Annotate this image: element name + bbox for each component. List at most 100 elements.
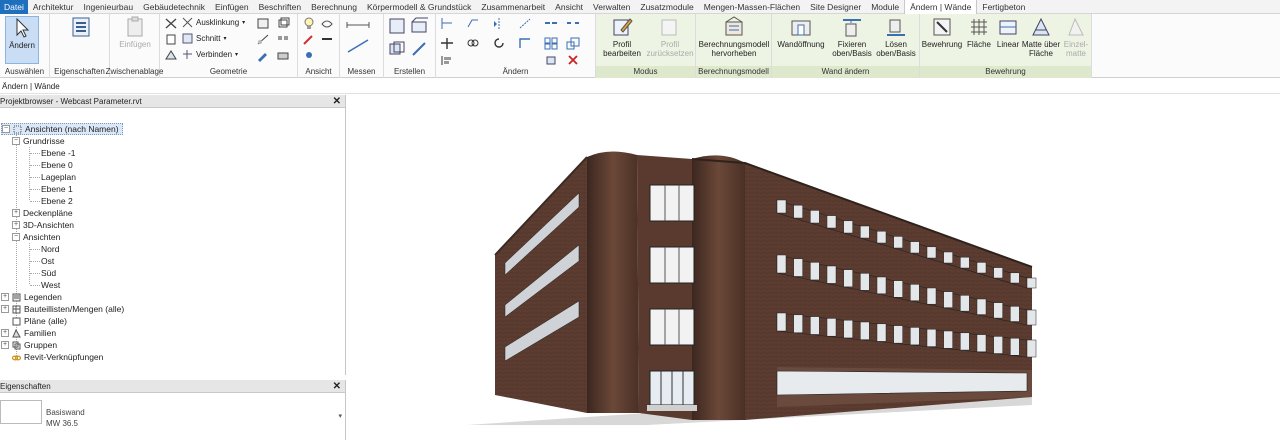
- copy-element-icon[interactable]: [466, 37, 480, 50]
- paint-icon[interactable]: [164, 33, 178, 46]
- view-group-label[interactable]: Ansicht: [298, 66, 339, 78]
- cut-button[interactable]: Schnitt ▾: [182, 33, 226, 44]
- collapse-icon[interactable]: −: [12, 137, 20, 145]
- expand-icon[interactable]: +: [1, 305, 9, 313]
- linework-icon[interactable]: [320, 33, 334, 46]
- expand-icon[interactable]: +: [12, 221, 20, 229]
- menu-tab-11[interactable]: Zusatzmodule: [635, 0, 698, 14]
- tree-floor-plan-item[interactable]: Ebene -1: [41, 147, 76, 159]
- wall-opening-button[interactable]: Wandöffnung: [774, 16, 828, 49]
- expand-icon[interactable]: +: [1, 293, 9, 301]
- split-face-icon[interactable]: [164, 49, 178, 62]
- array-icon[interactable]: [276, 33, 290, 46]
- tree-floor-plan-item[interactable]: Lageplan: [41, 171, 76, 183]
- measure-group-label[interactable]: Messen: [340, 66, 383, 78]
- array-grid-icon[interactable]: [544, 37, 558, 50]
- measure-icon[interactable]: [346, 19, 370, 32]
- select-group-label[interactable]: Auswählen: [0, 66, 49, 78]
- tree-views-root[interactable]: − Ansichten (nach Namen): [1, 123, 123, 135]
- menu-tab-3[interactable]: Gebäudetechnik: [138, 0, 210, 14]
- tree-sheets[interactable]: Pläne (alle): [1, 315, 67, 327]
- create-similar-icon[interactable]: [410, 40, 428, 58]
- expand-icon[interactable]: +: [12, 209, 20, 217]
- move-icon[interactable]: [440, 37, 454, 50]
- rebar-button[interactable]: Bewehrung: [922, 16, 962, 49]
- menu-tab-14[interactable]: Module: [866, 0, 904, 14]
- building-3d-view[interactable]: [347, 95, 1280, 440]
- linear-rebar-button[interactable]: Linear: [994, 16, 1022, 49]
- collapse-icon[interactable]: −: [2, 125, 10, 133]
- tree-floor-plan-item[interactable]: Ebene 1: [41, 183, 73, 195]
- drawing-area[interactable]: [347, 95, 1280, 440]
- pin-icon[interactable]: [302, 49, 316, 62]
- menu-tab-1[interactable]: Architektur: [28, 0, 79, 14]
- tree-elevation-item[interactable]: Süd: [41, 267, 56, 279]
- menu-tab-9[interactable]: Ansicht: [550, 0, 588, 14]
- wall-icon[interactable]: [276, 49, 290, 62]
- area-rebar-button[interactable]: Fläche: [964, 16, 994, 49]
- properties-button[interactable]: [67, 16, 95, 40]
- join-button[interactable]: Verbinden ▾: [182, 49, 238, 60]
- menu-tab-13[interactable]: Site Designer: [805, 0, 866, 14]
- cope-button[interactable]: Ausklinkung ▾: [182, 17, 245, 28]
- mirror-draw-icon[interactable]: [518, 17, 532, 30]
- attach-top-base-button[interactable]: Fixieren oben/Basis: [830, 16, 874, 58]
- create-assembly-icon[interactable]: [388, 17, 406, 35]
- menu-tab-2[interactable]: Ingenieurbau: [78, 0, 138, 14]
- menu-tab-8[interactable]: Zusammenarbeit: [476, 0, 550, 14]
- split-element-icon[interactable]: [544, 17, 558, 30]
- edit-profile-button[interactable]: Profil bearbeiten: [600, 16, 644, 58]
- menu-tab-7[interactable]: Körpermodell & Grundstück: [362, 0, 476, 14]
- tree-elevation-item[interactable]: West: [41, 279, 60, 291]
- override-graphics-icon[interactable]: [302, 33, 316, 46]
- rotate-icon[interactable]: [492, 37, 506, 50]
- tree-floor-plans[interactable]: − Grundrisse: [12, 135, 65, 147]
- modify-button[interactable]: Ändern: [5, 16, 39, 64]
- menu-tab-15[interactable]: Ändern | Wände: [904, 0, 978, 14]
- cut-geometry-icon[interactable]: [276, 17, 290, 30]
- close-icon[interactable]: ✕: [333, 380, 341, 393]
- lightbulb-icon[interactable]: [302, 17, 316, 30]
- single-fabric-button[interactable]: Einzel- matte: [1062, 16, 1090, 58]
- detach-top-base-button[interactable]: Lösen oben/Basis: [874, 16, 918, 58]
- highlight-analytical-button[interactable]: Berechnungsmodell hervorheben: [696, 16, 772, 58]
- create-group-label[interactable]: Erstellen: [384, 66, 435, 78]
- mirror-axis-icon[interactable]: [492, 17, 506, 30]
- tree-3d-views[interactable]: + 3D-Ansichten: [12, 219, 74, 231]
- close-icon[interactable]: ✕: [333, 95, 341, 108]
- offset-icon[interactable]: [466, 17, 480, 30]
- geometry-group-label[interactable]: Geometrie: [160, 66, 297, 78]
- menu-tab-4[interactable]: Einfügen: [210, 0, 254, 14]
- create-parts-icon[interactable]: [410, 17, 428, 35]
- wall-join-icon[interactable]: [256, 17, 270, 30]
- menu-tab-6[interactable]: Berechnung: [306, 0, 362, 14]
- tree-elevation-item[interactable]: Ost: [41, 255, 54, 267]
- scale-icon[interactable]: [566, 37, 580, 50]
- tree-revit-links[interactable]: Revit-Verknüpfungen: [1, 351, 103, 363]
- tree-families[interactable]: + Familien: [1, 327, 56, 339]
- fabric-area-button[interactable]: Matte über Fläche: [1020, 16, 1062, 58]
- tree-elevation-item[interactable]: Nord: [41, 243, 59, 255]
- trim-icon[interactable]: [518, 37, 532, 50]
- copy-icon[interactable]: [164, 17, 178, 30]
- tree-floor-plan-item[interactable]: Ebene 2: [41, 195, 73, 207]
- analytical-group-label[interactable]: Berechnungsmodell: [696, 66, 771, 78]
- demolish-icon[interactable]: [256, 33, 270, 46]
- tree-schedules[interactable]: + Bauteillisten/Mengen (alle): [1, 303, 124, 315]
- menu-tab-10[interactable]: Verwalten: [588, 0, 635, 14]
- menu-tab-16[interactable]: Fertigbeton: [977, 0, 1030, 14]
- modify-wall-group-label[interactable]: Wand ändern: [772, 66, 919, 78]
- tree-ceiling-plans[interactable]: + Deckenpläne: [12, 207, 73, 219]
- menu-tab-5[interactable]: Beschriften: [254, 0, 307, 14]
- rebar-group-label[interactable]: Bewehrung: [920, 66, 1091, 78]
- expand-icon[interactable]: +: [1, 329, 9, 337]
- split-gap-icon[interactable]: [566, 17, 580, 30]
- type-selector-dropdown[interactable]: ▾: [338, 412, 342, 420]
- align-icon[interactable]: [440, 17, 454, 30]
- create-group-icon[interactable]: [388, 40, 406, 58]
- paste-button[interactable]: Einfügen: [115, 16, 155, 49]
- collapse-icon[interactable]: −: [12, 233, 20, 241]
- mode-group-label[interactable]: Modus: [596, 66, 695, 78]
- expand-icon[interactable]: +: [1, 341, 9, 349]
- tree-elevations[interactable]: − Ansichten: [12, 231, 60, 243]
